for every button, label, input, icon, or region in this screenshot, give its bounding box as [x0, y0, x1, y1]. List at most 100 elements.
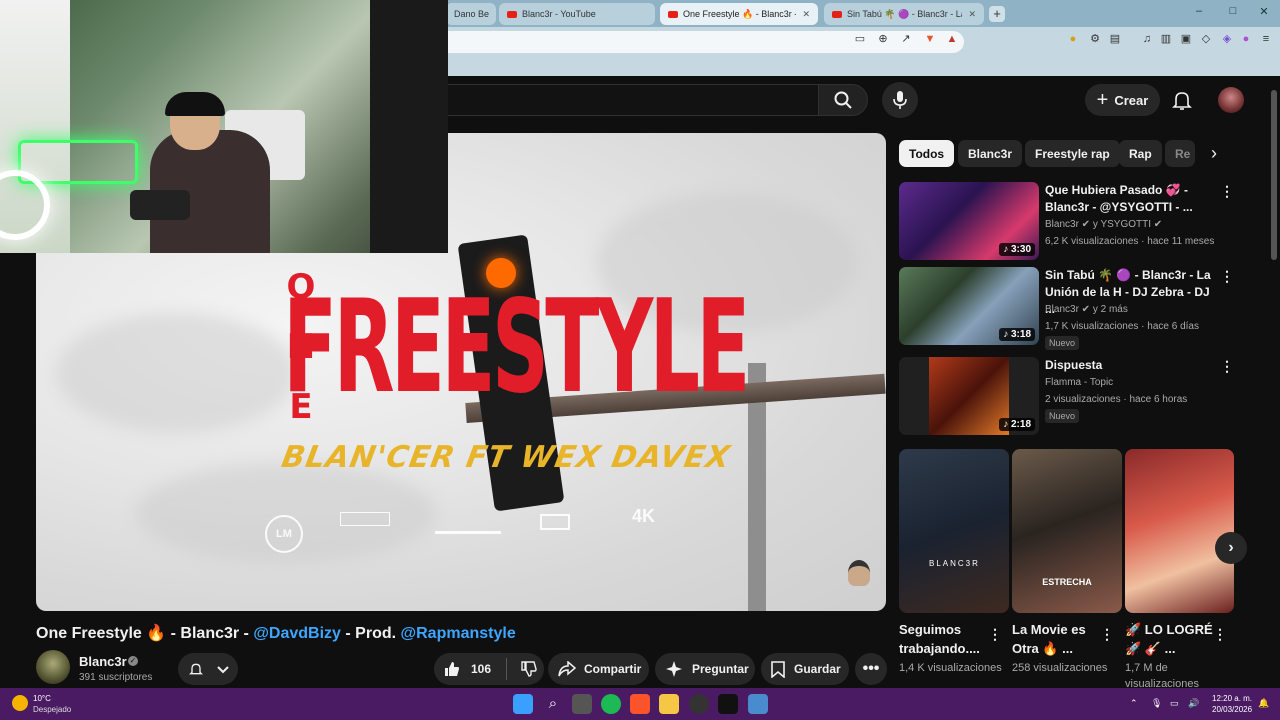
menu-icon[interactable]: ≡ — [1259, 32, 1273, 46]
clock-time[interactable]: 12:20 a. m. — [1212, 694, 1252, 703]
recommendation-title[interactable]: Dispuesta — [1045, 357, 1217, 374]
share-button[interactable]: Compartir — [548, 653, 649, 685]
close-window-button[interactable]: ✕ — [1254, 5, 1274, 18]
short-thumbnail[interactable]: ESTRECHA — [1012, 449, 1122, 613]
brave-rewards-icon[interactable]: ▲ — [945, 32, 959, 46]
task-view-icon[interactable] — [572, 694, 592, 714]
clock-date[interactable]: 20/03/2026 — [1212, 705, 1252, 714]
search-icon[interactable]: ⌕ — [543, 694, 563, 714]
brave-shield-icon[interactable]: ▼ — [923, 32, 937, 46]
chip-partial[interactable]: Re — [1165, 140, 1195, 167]
wallet-icon[interactable]: ▣ — [1179, 32, 1193, 46]
weather-description[interactable]: Despejado — [33, 705, 71, 714]
more-vertical-icon[interactable]: ⋮ — [1213, 626, 1227, 643]
weather-temperature[interactable]: 10°C — [33, 694, 51, 703]
video-thumbnail[interactable]: ♪ 3:30 — [899, 182, 1039, 260]
short-title[interactable]: Seguimos trabajando.... — [899, 620, 987, 658]
recommendation-item[interactable]: ♪ 2:18 Dispuesta Flamma - Topic 2 visual… — [899, 357, 1239, 437]
recommendation-item[interactable]: ♪ 3:30 Que Hubiera Pasado 💞 - Blanc3r - … — [899, 182, 1239, 262]
channel-name[interactable]: Blanc3r — [79, 654, 127, 669]
chevron-right-icon[interactable]: › — [1215, 532, 1247, 564]
search-input[interactable] — [420, 84, 818, 116]
recommendation-channel[interactable]: Flamma - Topic — [1045, 377, 1113, 388]
tiktok-icon[interactable] — [718, 694, 738, 714]
youtube-icon — [668, 10, 678, 18]
browser-tab-active[interactable]: One Freestyle 🔥 - Blanc3r - @D ✕ — [660, 3, 818, 25]
sidebar-icon[interactable]: ▥ — [1159, 32, 1173, 46]
ask-button[interactable]: Preguntar — [655, 653, 755, 685]
obs-icon[interactable] — [689, 694, 709, 714]
more-vertical-icon[interactable]: ⋮ — [1219, 357, 1235, 375]
extension-icon[interactable]: ⚙ — [1088, 32, 1102, 46]
ask-label: Preguntar — [692, 662, 749, 676]
chip-todos[interactable]: Todos — [899, 140, 955, 167]
like-button[interactable]: 106 — [444, 661, 506, 677]
minimize-button[interactable]: – — [1189, 5, 1209, 17]
create-button[interactable]: + Crear — [1085, 84, 1160, 116]
new-tab-button[interactable]: + — [989, 6, 1005, 22]
duration-badge: ♪ 2:18 — [999, 418, 1035, 431]
network-icon[interactable]: ▭ — [1170, 698, 1179, 709]
label-logo: 4K — [632, 506, 656, 526]
subscription-bell-button[interactable] — [178, 653, 238, 685]
chip-freestyle-rap[interactable]: Freestyle rap — [1025, 140, 1120, 167]
more-vertical-icon[interactable]: ⋮ — [1100, 626, 1114, 643]
dislike-button[interactable] — [521, 661, 537, 677]
vpn-icon[interactable]: ◈ — [1220, 32, 1234, 46]
spotify-icon[interactable] — [601, 694, 621, 714]
notepad-icon[interactable] — [748, 694, 768, 714]
notification-bell-icon[interactable]: 🔔 — [1258, 698, 1269, 709]
music-icon[interactable]: ♫ — [1140, 32, 1154, 46]
bookmark-icon[interactable]: ◇ — [1199, 32, 1213, 46]
mention-link[interactable]: @Rapmanstyle — [401, 625, 516, 642]
scrollbar-thumb[interactable] — [1271, 90, 1277, 260]
more-vertical-icon[interactable]: ⋮ — [1219, 182, 1235, 200]
video-thumbnail[interactable]: ♪ 2:18 — [899, 357, 1039, 435]
windows-start-icon[interactable] — [513, 694, 533, 714]
save-button[interactable]: Guardar — [761, 653, 849, 685]
voice-search-button[interactable] — [882, 82, 918, 118]
zoom-icon[interactable]: ⊕ — [876, 32, 890, 46]
account-avatar[interactable] — [1218, 87, 1244, 113]
duration-text: 2:18 — [1010, 419, 1031, 430]
maximize-button[interactable]: □ — [1223, 5, 1243, 17]
close-tab-icon[interactable]: ✕ — [796, 9, 810, 20]
browser-tab[interactable]: Sin Tabú 🌴 🟣 - Blanc3r - La Unión ✕ — [824, 3, 984, 25]
search-button[interactable] — [818, 84, 868, 116]
file-explorer-icon[interactable] — [659, 694, 679, 714]
cast-icon[interactable]: ▭ — [853, 32, 867, 46]
extension-icon[interactable]: ▤ — [1108, 32, 1122, 46]
notifications-button[interactable] — [1170, 88, 1194, 112]
video-thumbnail[interactable]: ♪ 3:18 — [899, 267, 1039, 345]
moon-icon[interactable] — [12, 695, 28, 711]
volume-icon[interactable]: 🔊 — [1188, 698, 1199, 709]
brave-browser-icon[interactable] — [630, 694, 650, 714]
channel-avatar[interactable] — [36, 650, 70, 684]
recommendation-title[interactable]: Que Hubiera Pasado 💞 - Blanc3r - @YSYGOT… — [1045, 182, 1217, 216]
short-thumbnail[interactable]: BLANC3R — [899, 449, 1009, 613]
close-tab-icon[interactable]: ✕ — [962, 9, 976, 20]
recommendation-item[interactable]: ♪ 3:18 Sin Tabú 🌴 🟣 - Blanc3r - La Unión… — [899, 267, 1239, 350]
short-views: 1,4 K visualizaciones — [899, 662, 1002, 674]
chevron-up-icon[interactable]: ⌃ — [1130, 698, 1138, 709]
divider — [506, 658, 507, 680]
browser-tab[interactable]: Blanc3r - YouTube — [499, 3, 655, 25]
browser-tab[interactable]: Dano Be — [446, 3, 496, 25]
short-thumbnail[interactable] — [1125, 449, 1234, 613]
more-vertical-icon[interactable]: ⋮ — [1219, 267, 1235, 285]
share-icon[interactable]: ↗ — [899, 32, 913, 46]
recommendation-channel[interactable]: Blanc3r ✔ y YSYGOTTI ✔ — [1045, 219, 1162, 230]
short-title[interactable]: La Movie es Otra 🔥 ... — [1012, 620, 1100, 658]
profile-icon[interactable]: ● — [1239, 32, 1253, 46]
chevron-right-icon[interactable]: › — [1203, 142, 1225, 164]
more-actions-button[interactable]: ••• — [855, 653, 887, 685]
extension-icon[interactable]: ● — [1066, 32, 1080, 46]
chip-rap[interactable]: Rap — [1119, 140, 1162, 167]
chip-blanc3r[interactable]: Blanc3r — [958, 140, 1023, 167]
microphone-icon[interactable]: 🎙 — [1151, 698, 1162, 709]
more-vertical-icon[interactable]: ⋮ — [988, 626, 1002, 643]
short-title[interactable]: 🚀 LO LOGRÉ 🚀 🎸 ... — [1125, 620, 1213, 658]
mention-link[interactable]: @DavdBizy — [253, 625, 341, 642]
recommendation-channel[interactable]: Blanc3r ✔ y 2 más — [1045, 304, 1128, 315]
music-note-icon: ♪ — [1003, 329, 1011, 340]
